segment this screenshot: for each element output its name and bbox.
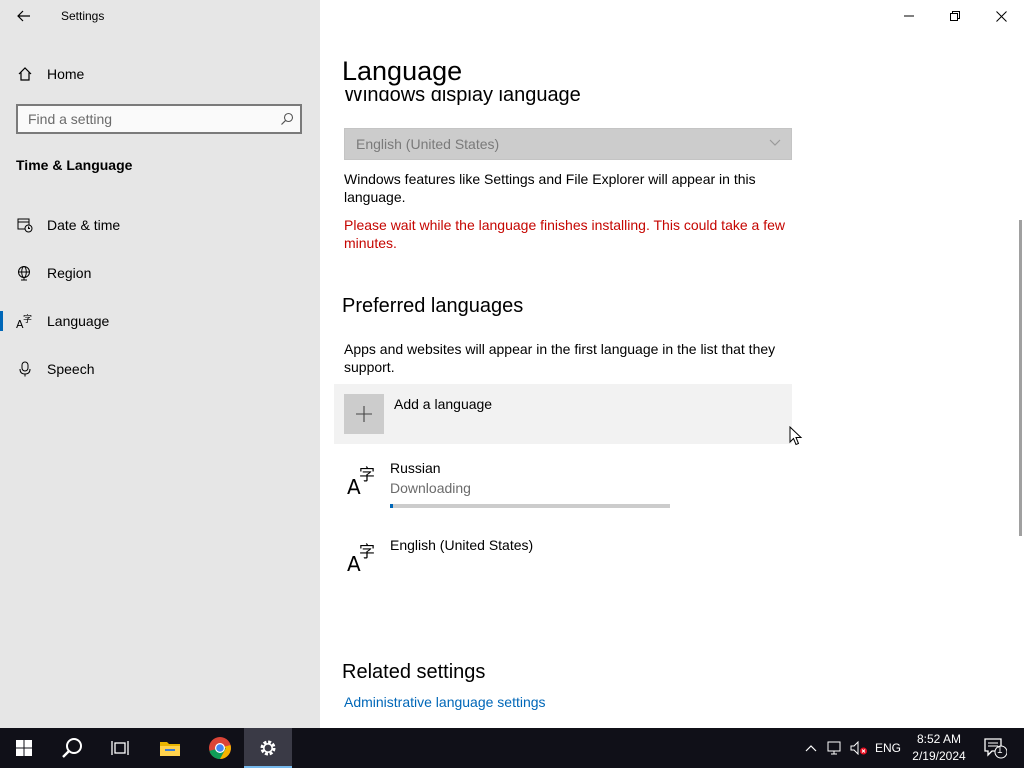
app-title: Settings [61,9,105,23]
svg-text:字: 字 [23,313,32,325]
home-icon [16,65,34,83]
chrome-button[interactable] [196,728,244,768]
administrative-language-settings-link[interactable]: Administrative language settings [344,694,546,710]
sidebar: Settings Home Time & Language Date & tim… [0,0,320,728]
sidebar-item-label: Date & time [47,217,121,233]
clock-time: 8:52 AM [916,732,962,746]
settings-taskbar-button[interactable] [244,728,292,768]
sidebar-item-label: Region [47,265,92,281]
action-center-button[interactable]: 1 [978,728,1012,768]
page-title: Language [342,56,463,86]
preferred-languages-heading: Preferred languages [342,295,524,317]
notification-icon [984,738,1007,759]
minimize-button[interactable] [886,0,932,32]
search-input[interactable] [18,106,268,132]
notification-count: 1 [997,745,1003,756]
settings-icon [260,740,276,756]
sidebar-item-date-time[interactable]: Date & time [0,205,320,245]
dropdown-value: English (United States) [356,136,500,152]
sidebar-item-label: Speech [47,361,95,377]
search-icon[interactable] [280,112,294,126]
svg-text:字: 字 [359,542,375,561]
taskbar: ENG 8:52 AM 2/19/2024 1 [0,728,1024,768]
task-view-button[interactable] [96,728,144,768]
add-language-button[interactable]: Add a language [334,384,792,444]
download-progress-fill [390,504,393,508]
search-field[interactable] [16,104,302,134]
network-icon [827,741,841,755]
file-explorer-button[interactable] [146,728,194,768]
file-explorer-icon [160,742,180,756]
add-language-label: Add a language [394,396,493,412]
language-item-russian[interactable]: A 字 Russian Downloading [334,456,792,526]
restore-button[interactable] [932,0,978,32]
clock-calendar-icon [16,216,34,234]
related-settings-heading: Related settings [342,661,486,683]
volume-tray-button[interactable] [848,728,870,768]
search-icon [62,738,82,758]
show-hidden-icons-button[interactable] [800,728,822,768]
language-name: Russian [390,460,441,476]
sidebar-item-region[interactable]: Region [0,253,320,293]
start-button[interactable] [0,728,48,768]
microphone-icon [16,360,34,378]
volume-muted-icon [850,741,867,755]
display-language-dropdown[interactable]: English (United States) [344,128,792,160]
task-view-icon [111,741,129,755]
section-heading: Time & Language [16,157,133,173]
mouse-cursor-icon [789,426,803,446]
close-icon [995,10,1007,22]
sidebar-item-language[interactable]: A字 Language [0,301,320,341]
input-language-indicator[interactable]: ENG [872,728,904,768]
install-warning: Please wait while the language finishes … [344,217,785,251]
chrome-icon [209,737,231,759]
language-name: English (United States) [390,537,534,553]
taskbar-clock[interactable]: 8:52 AM 2/19/2024 [904,731,974,765]
sidebar-item-speech[interactable]: Speech [0,349,320,389]
language-icon: A字 [16,312,34,330]
chevron-up-icon [805,745,817,752]
language-item-english[interactable]: A 字 English (United States) [334,533,792,603]
back-button[interactable] [6,2,42,30]
download-progress-bar [390,504,670,508]
restore-icon [950,11,960,21]
svg-text:字: 字 [359,465,375,484]
preferred-languages-description: Apps and websites will appear in the fir… [344,341,776,375]
sidebar-item-home[interactable]: Home [0,58,320,90]
network-tray-button[interactable] [824,728,846,768]
globe-icon [16,264,34,282]
chevron-down-icon [769,139,781,146]
back-arrow-icon [17,10,30,22]
display-language-description: Windows features like Settings and File … [344,171,756,205]
language-status: Downloading [390,480,471,496]
selection-indicator [0,311,3,331]
start-icon [16,740,32,756]
plus-icon [344,394,384,434]
minimize-icon [904,15,914,17]
language-icon: A 字 [347,465,375,496]
sidebar-item-label: Home [47,66,85,82]
clock-date: 2/19/2024 [912,749,966,763]
scrollbar-thumb[interactable] [1019,220,1022,536]
taskbar-search-button[interactable] [48,728,96,768]
language-icon: A 字 [347,542,375,573]
close-button[interactable] [978,0,1024,32]
sidebar-item-label: Language [47,313,110,329]
